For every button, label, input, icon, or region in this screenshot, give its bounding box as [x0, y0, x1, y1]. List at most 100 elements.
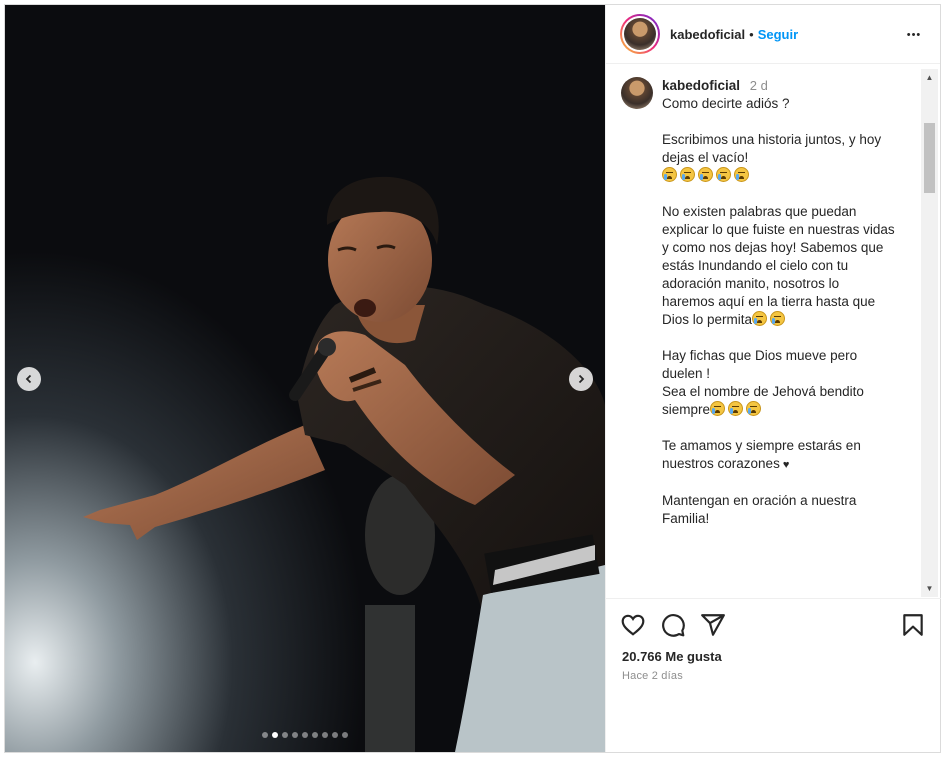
carousel-dot	[312, 732, 318, 738]
caption-text: Hay fichas que Dios mueve pero	[662, 348, 858, 363]
caption-line: y como nos dejas hoy! Sabemos que	[662, 239, 921, 257]
post-header: kabedoficial • Seguir •••	[606, 5, 940, 64]
share-button[interactable]	[700, 612, 726, 638]
caption: kabedoficial 2 d Como decirte adiós ? Esc…	[621, 77, 921, 528]
caption-line: haremos aquí en la tierra hasta que	[662, 293, 921, 311]
caption-text: duelen !	[662, 366, 711, 381]
caption-line: Familia!	[662, 510, 921, 528]
crying-face-icon	[734, 167, 749, 182]
emoji-row	[662, 167, 921, 185]
caption-text: adoración manito, nosotros lo	[662, 276, 840, 291]
crying-face-icon	[752, 311, 768, 326]
caption-text: Familia!	[662, 511, 710, 526]
concert-photo	[5, 5, 605, 752]
scrollbar[interactable]: ▲ ▼	[921, 69, 938, 597]
scroll-down-arrow[interactable]: ▼	[921, 580, 938, 597]
share-icon	[701, 614, 725, 636]
caption-line: dejas el vacío!	[662, 149, 921, 167]
post-media[interactable]	[5, 5, 605, 752]
scrollbar-thumb[interactable]	[924, 123, 935, 193]
caption-text: siempre	[662, 402, 711, 417]
more-icon: •••	[906, 29, 922, 41]
caption-text: Mantengan en oración a nuestra	[662, 493, 857, 508]
heart-icon	[621, 614, 645, 636]
caption-text: Como decirte adiós ?	[662, 96, 790, 111]
scroll-up-arrow[interactable]: ▲	[921, 69, 938, 86]
comment-button[interactable]	[660, 612, 686, 638]
caption-username[interactable]: kabedoficial	[662, 78, 740, 93]
caption-line: estás Inundando el cielo con tu	[662, 257, 921, 275]
carousel-dot	[282, 732, 288, 738]
save-button[interactable]	[900, 612, 926, 638]
likes-count[interactable]: 20.766 Me gusta	[622, 649, 722, 664]
crying-face-icon	[698, 167, 713, 182]
caption-line: duelen !	[662, 365, 921, 383]
chevron-right-icon	[578, 374, 585, 384]
chevron-left-icon	[25, 374, 32, 384]
caption-text: Sea el nombre de Jehová bendito	[662, 384, 864, 399]
carousel-dot	[262, 732, 268, 738]
story-ring[interactable]	[620, 14, 660, 54]
post-date[interactable]: Hace 2 días	[622, 670, 683, 682]
carousel-dot	[332, 732, 338, 738]
caption-line: nuestros corazones ♥	[662, 455, 921, 474]
crying-face-icon	[770, 311, 786, 326]
carousel-dot	[342, 732, 348, 738]
caption-line: Sea el nombre de Jehová bendito	[662, 383, 921, 401]
caption-line: No existen palabras que puedan	[662, 203, 921, 221]
caption-line: Mantengan en oración a nuestra	[662, 492, 921, 510]
crying-face-icon	[728, 401, 744, 416]
caption-avatar[interactable]	[621, 77, 653, 109]
post-actions: 20.766 Me gusta Hace 2 días	[606, 598, 941, 752]
caption-line: Te amamos y siempre estarás en	[662, 437, 921, 455]
caption-text: Dios lo permita	[662, 312, 753, 327]
bookmark-icon	[903, 614, 923, 636]
carousel-next-button[interactable]	[569, 367, 593, 391]
caption-body: kabedoficial 2 d Como decirte adiós ? Esc…	[662, 77, 921, 528]
crying-face-icon	[680, 167, 695, 182]
caption-line: Hay fichas que Dios mueve pero	[662, 347, 921, 365]
caption-line: Como decirte adiós ?	[662, 95, 921, 113]
carousel-prev-button[interactable]	[17, 367, 41, 391]
follow-button[interactable]: Seguir	[758, 27, 798, 42]
more-options-button[interactable]: •••	[904, 25, 924, 45]
comment-icon	[662, 614, 685, 637]
caption-line: Escribimos una historia juntos, y hoy	[662, 131, 921, 149]
crying-face-icon	[716, 167, 731, 182]
caption-line: Dios lo permita	[662, 311, 921, 329]
like-button[interactable]	[620, 612, 646, 638]
caption-time[interactable]: 2 d	[750, 78, 768, 93]
caption-text: No existen palabras que puedan	[662, 204, 857, 219]
caption-text: nuestros corazones	[662, 456, 780, 471]
caption-line: adoración manito, nosotros lo	[662, 275, 921, 293]
separator-dot: •	[749, 26, 754, 42]
post-dialog: kabedoficial • Seguir ••• kabedoficial 2…	[4, 4, 941, 753]
crying-face-icon	[710, 401, 726, 416]
carousel-dot	[292, 732, 298, 738]
caption-text: Escribimos una historia juntos, y hoy	[662, 132, 882, 147]
carousel-dot	[322, 732, 328, 738]
heart-emoji-icon: ♥	[779, 459, 790, 471]
caption-text: haremos aquí en la tierra hasta que	[662, 294, 876, 309]
post-username[interactable]: kabedoficial	[670, 27, 745, 42]
crying-face-icon	[662, 167, 677, 182]
carousel-dot	[272, 732, 278, 738]
caption-line: siempre	[662, 401, 921, 419]
carousel-dot	[302, 732, 308, 738]
caption-text: estás Inundando el cielo con tu	[662, 258, 849, 273]
caption-text: dejas el vacío!	[662, 150, 749, 165]
comments-section[interactable]: kabedoficial 2 d Como decirte adiós ? Esc…	[606, 65, 941, 597]
avatar	[624, 18, 656, 50]
caption-line: explicar lo que fuiste en nuestras vidas	[662, 221, 921, 239]
post-side-panel: kabedoficial • Seguir ••• kabedoficial 2…	[605, 5, 941, 752]
caption-text: Te amamos y siempre estarás en	[662, 438, 861, 453]
crying-face-icon	[746, 401, 762, 416]
caption-text: explicar lo que fuiste en nuestras vidas	[662, 222, 895, 237]
carousel-indicator	[5, 732, 605, 738]
caption-text: y como nos dejas hoy! Sabemos que	[662, 240, 884, 255]
